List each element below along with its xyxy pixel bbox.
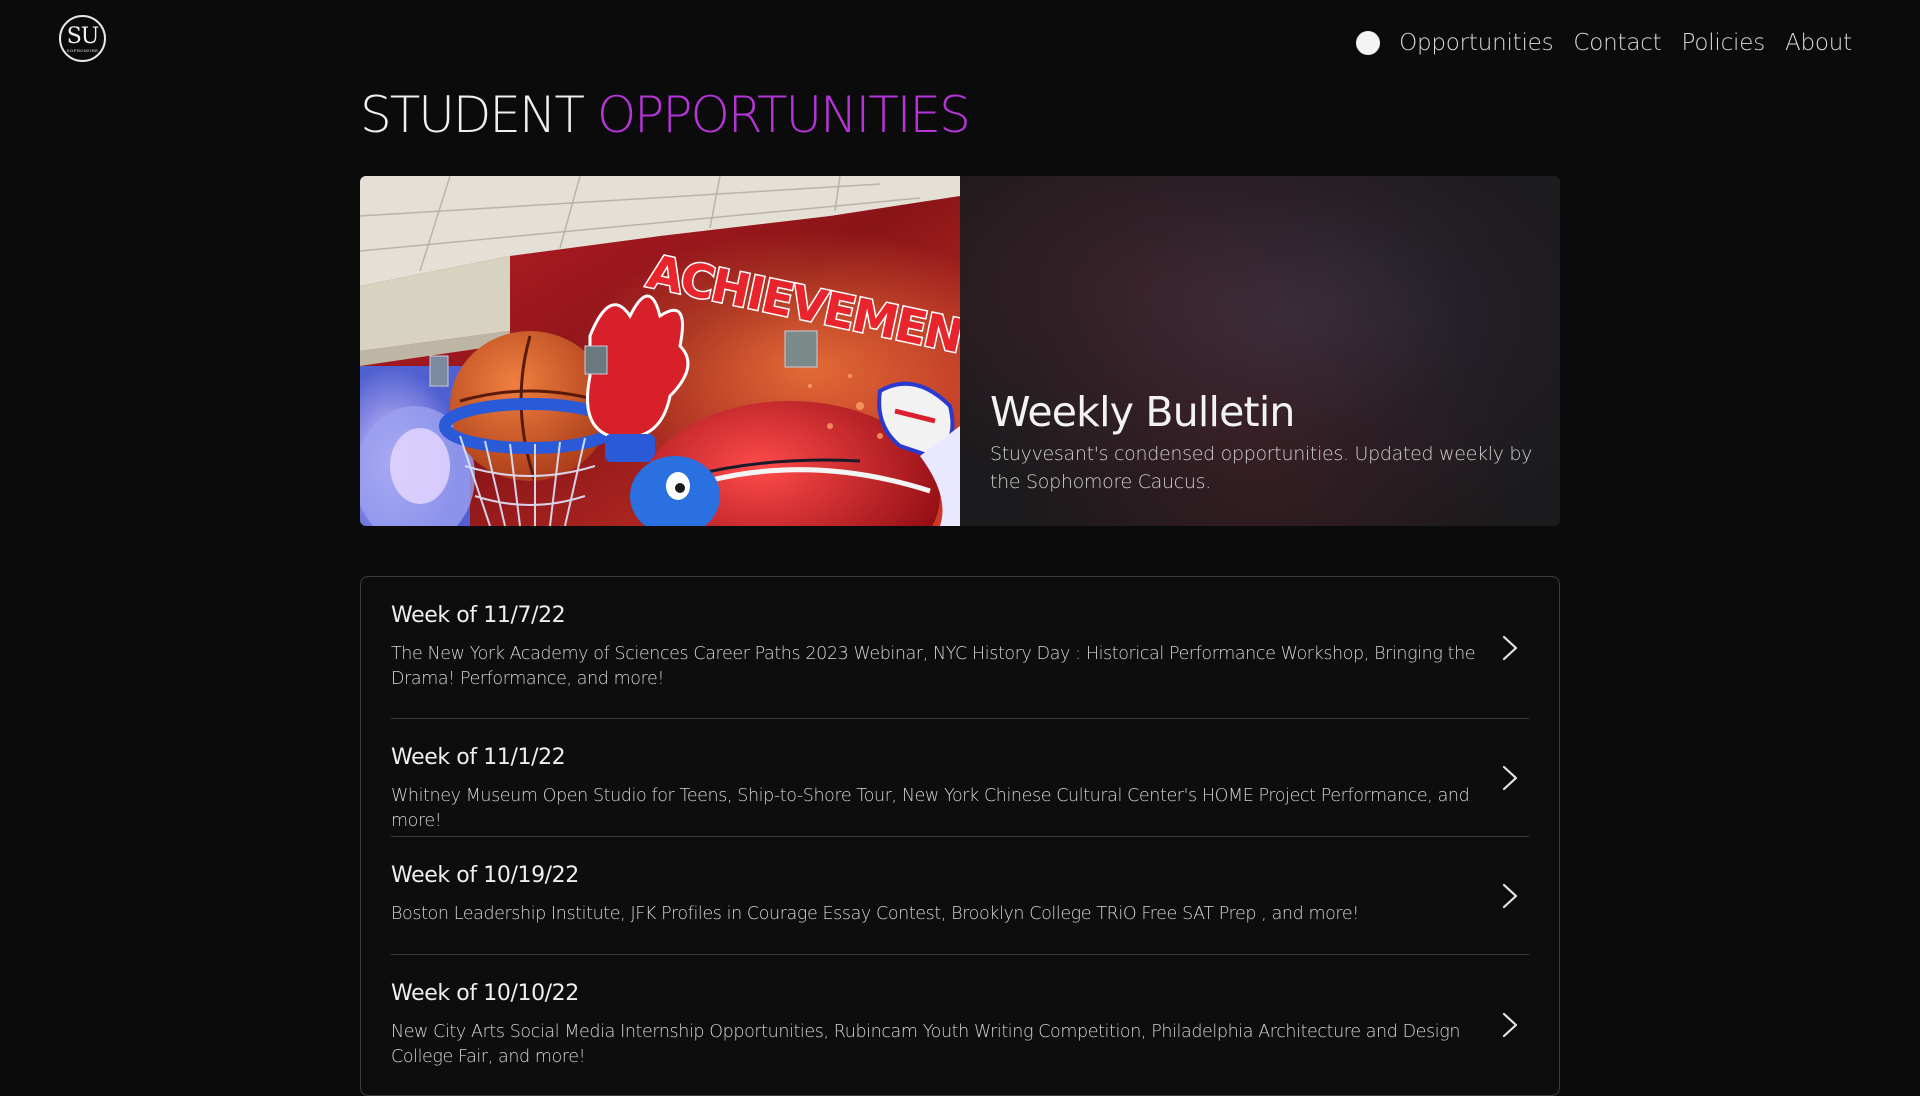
chevron-right-icon[interactable]: [1501, 1012, 1519, 1038]
top-nav: Opportunities Contact Policies About: [1356, 24, 1852, 62]
nav-link-about[interactable]: About: [1785, 30, 1852, 56]
chevron-right-icon[interactable]: [1501, 765, 1519, 791]
bulletin-row[interactable]: Week of 10/19/22 Boston Leadership Insti…: [391, 837, 1529, 955]
hero-text-panel: Weekly Bulletin Stuyvesant's condensed o…: [960, 176, 1560, 526]
theme-toggle-icon[interactable]: [1356, 31, 1381, 55]
nav-link-opportunities[interactable]: Opportunities: [1399, 30, 1554, 56]
chevron-right-icon[interactable]: [1501, 635, 1519, 661]
page-title-accent: OPPORTUNITIES: [596, 86, 971, 144]
nav-link-contact[interactable]: Contact: [1573, 30, 1661, 56]
page-title: STUDENT OPPORTUNITIES: [360, 82, 971, 148]
hero-title: Weekly Bulletin: [990, 388, 1295, 436]
logo-icon[interactable]: SU SOPHOMORE: [59, 15, 106, 62]
bulletin-description: New City Arts Social Media Internship Op…: [391, 1022, 1461, 1067]
bulletin-description: Boston Leadership Institute, JFK Profile…: [391, 904, 1359, 924]
logo-subtext: SOPHOMORE: [66, 48, 99, 53]
mural-illustration: ACHIEVEMENT: [360, 176, 960, 526]
weekly-bulletin-hero-card[interactable]: ACHIEVEMENT Weekly Bulletin Stuyvesant's…: [360, 176, 1560, 526]
hero-mural-image: ACHIEVEMENT: [360, 176, 960, 526]
bulletin-row[interactable]: Week of 11/1/22 Whitney Museum Open Stud…: [391, 719, 1529, 837]
hero-description: Stuyvesant's condensed opportunities. Up…: [990, 443, 1533, 493]
bulletin-description: Whitney Museum Open Studio for Teens, Sh…: [391, 786, 1470, 831]
bulletin-row[interactable]: Week of 10/10/22 New City Arts Social Me…: [391, 955, 1529, 1095]
page-title-plain: STUDENT: [360, 86, 585, 144]
nav-link-policies[interactable]: Policies: [1682, 30, 1766, 56]
bulletin-title: Week of 10/19/22: [391, 863, 579, 888]
bulletin-title: Week of 11/1/22: [391, 745, 566, 770]
bulletin-description: The New York Academy of Sciences Career …: [391, 644, 1476, 689]
bulletin-list: Week of 11/7/22 The New York Academy of …: [360, 576, 1560, 1096]
bulletin-title: Week of 11/7/22: [391, 603, 566, 628]
bulletin-row[interactable]: Week of 11/7/22 The New York Academy of …: [391, 577, 1529, 719]
chevron-right-icon[interactable]: [1501, 883, 1519, 909]
bulletin-title: Week of 10/10/22: [391, 981, 579, 1006]
logo-text: SU: [66, 24, 100, 49]
